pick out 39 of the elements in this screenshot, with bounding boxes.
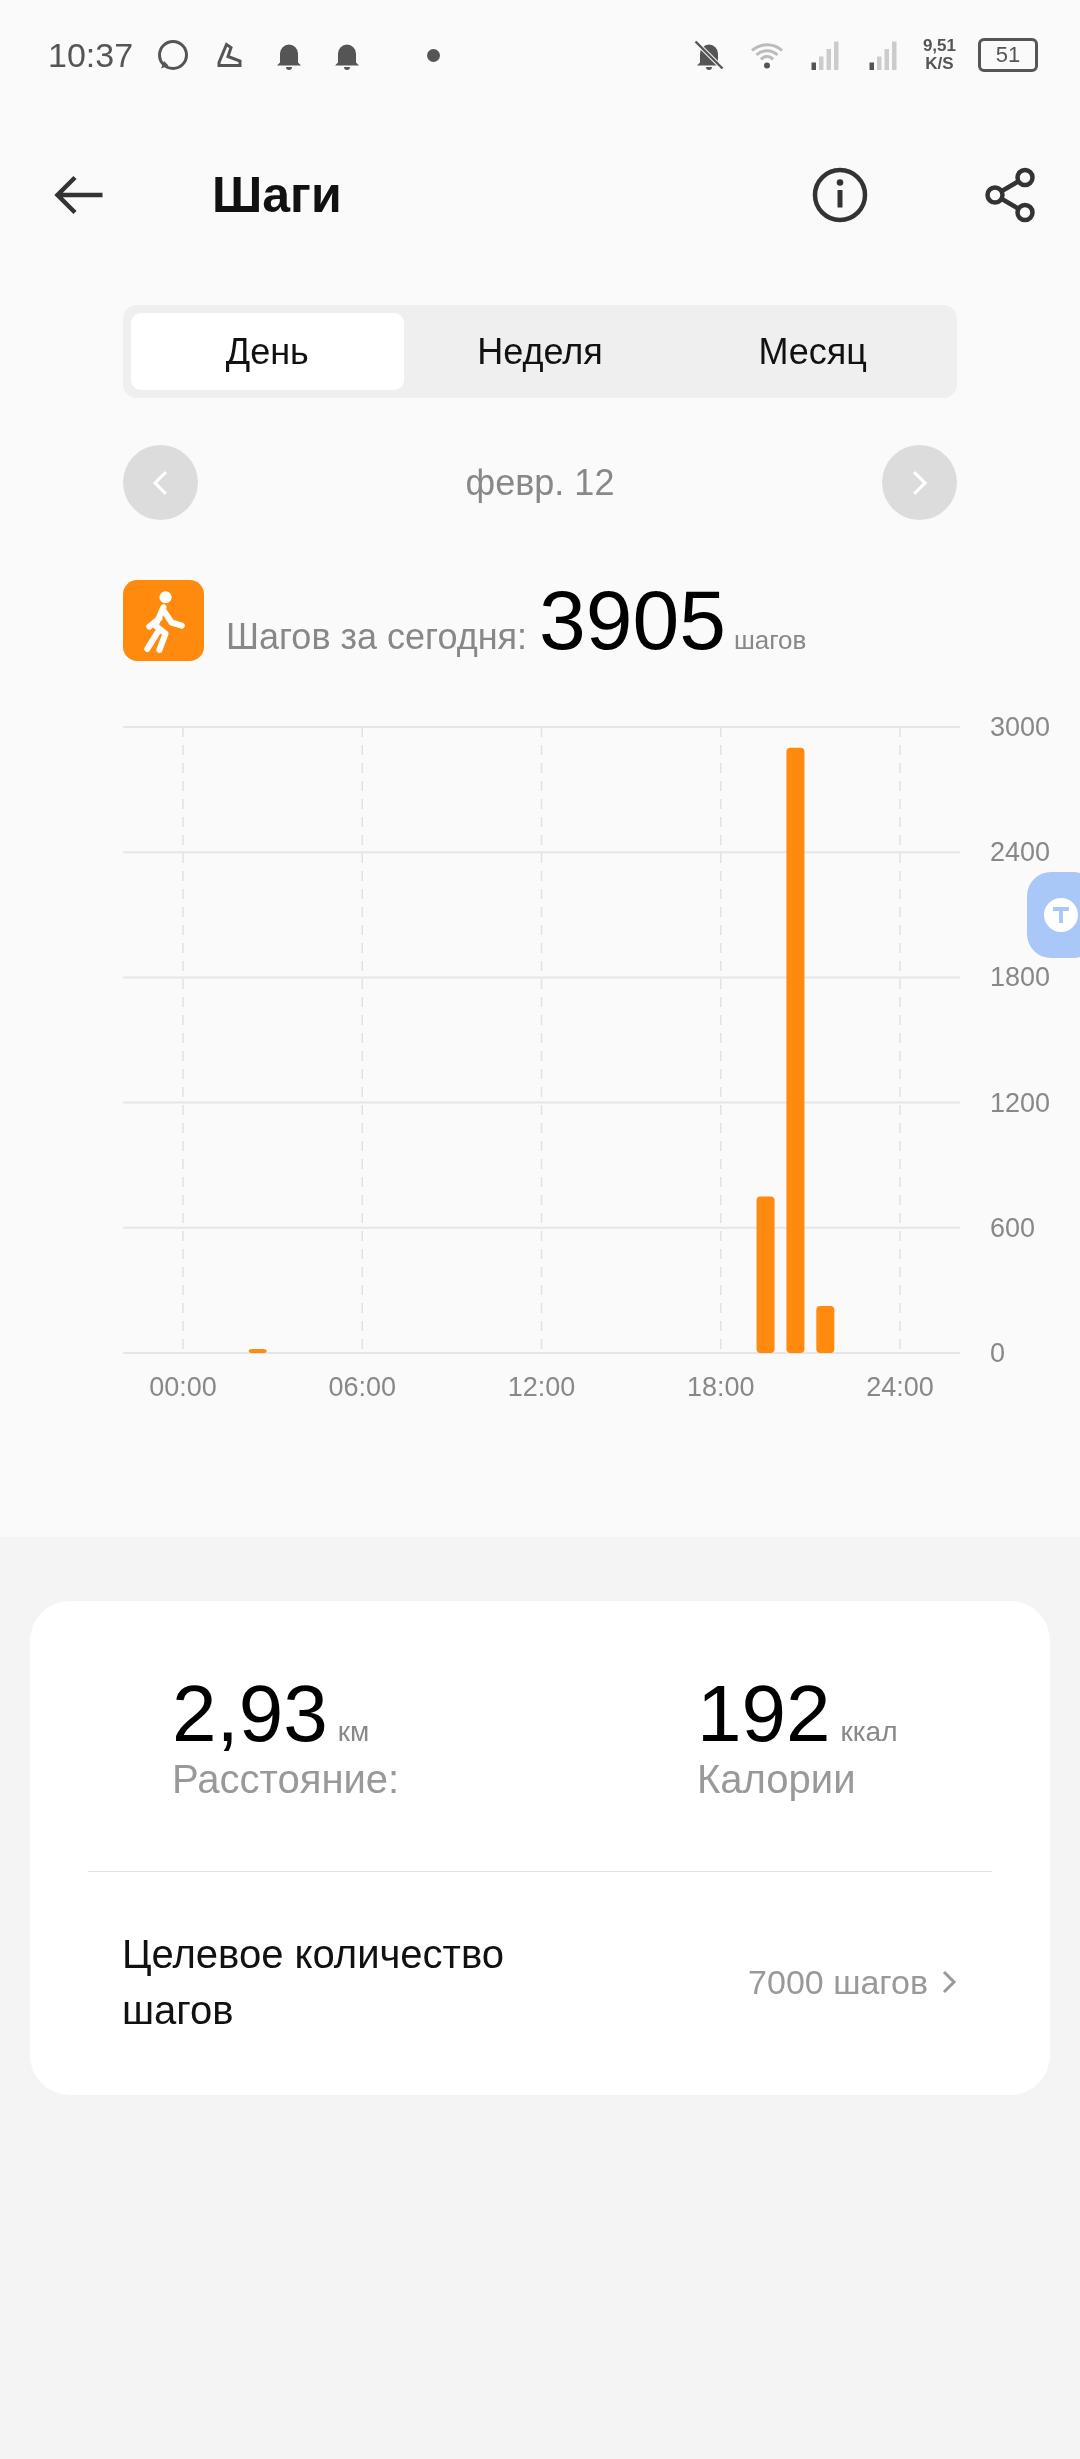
y-axis-label: 3000	[990, 712, 1051, 742]
x-axis-label: 18:00	[686, 1372, 755, 1402]
steps-today-label: Шагов за сегодня:	[226, 616, 527, 658]
walking-person-icon	[123, 580, 204, 661]
network-speed: 9,51	[922, 37, 956, 55]
page-title: Шаги	[212, 166, 342, 224]
stat-unit: ккал	[840, 1716, 898, 1748]
date-label: февр. 12	[465, 461, 615, 504]
y-axis-label: 1800	[990, 962, 1051, 993]
stat-label: Расстояние:	[172, 1757, 401, 1802]
x-axis-label: 06:00	[328, 1372, 397, 1402]
stat-value: 2,93	[172, 1671, 328, 1757]
y-axis-label: 2400	[990, 837, 1051, 868]
step-goal-value: 7000 шагов	[748, 1962, 928, 2002]
stat-value: 192	[697, 1671, 831, 1757]
y-axis-label: 1200	[990, 1087, 1051, 1118]
network-speed-unit: K/S	[925, 55, 954, 73]
steps-today-value: 3905	[539, 572, 726, 669]
dot-icon	[427, 48, 441, 62]
x-axis-label: 24:00	[866, 1372, 934, 1402]
steps-unit: шагов	[733, 625, 807, 656]
status-time: 10:37	[48, 35, 134, 75]
chevron-right-icon	[911, 468, 928, 497]
stat-label: Калории	[697, 1757, 857, 1802]
period-tab[interactable]: Месяц	[676, 313, 949, 390]
period-tab[interactable]: День	[131, 313, 404, 390]
period-tab[interactable]: Неделя	[403, 313, 677, 390]
step-goal-label: Целевое количество шагов	[122, 1931, 505, 2034]
chevron-left-icon	[152, 468, 169, 497]
stat-unit: км	[337, 1716, 370, 1748]
info-icon[interactable]	[810, 165, 870, 225]
step-goal-row[interactable]: Целевое количество шагов 7000 шагов	[88, 1872, 992, 2092]
y-axis-label: 0	[990, 1338, 1006, 1368]
x-axis-label: 00:00	[149, 1372, 217, 1402]
battery-icon: 51	[978, 38, 1038, 72]
chart-bar	[248, 1349, 267, 1353]
y-axis-label: 600	[990, 1212, 1036, 1243]
x-axis-label: 12:00	[507, 1372, 576, 1402]
chart-bar	[816, 1306, 835, 1353]
